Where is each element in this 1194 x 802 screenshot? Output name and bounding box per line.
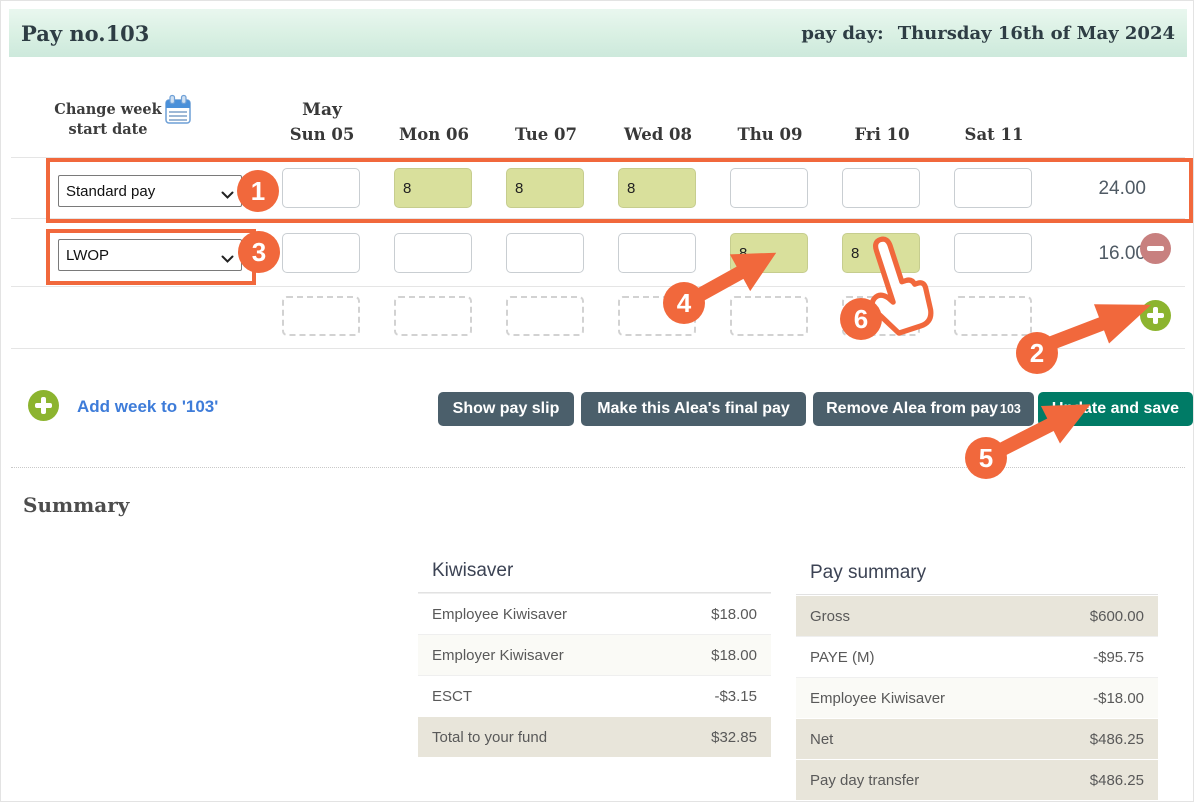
hours-input-row1-tue[interactable] — [506, 168, 584, 208]
divider — [11, 218, 1185, 219]
page-title: Pay no.103 — [21, 21, 149, 46]
pay-type-select-row1-wrap: Standard pay — [58, 175, 242, 207]
hours-input-row1-mon[interactable] — [394, 168, 472, 208]
row2-total: 16.00 — [1046, 243, 1146, 265]
divider — [11, 348, 1185, 349]
pay-day-label: pay day: — [801, 23, 883, 44]
day-header-mon: Mon 06 — [394, 125, 474, 144]
hours-input-row2-thu[interactable] — [730, 233, 808, 273]
table-row: PAYE (M) -$95.75 — [796, 636, 1158, 677]
divider — [11, 286, 1185, 287]
hours-input-row1-wed[interactable] — [618, 168, 696, 208]
table-row: Pay day transfer $486.25 — [796, 759, 1158, 800]
table-row-total: Total to your fund $32.85 — [418, 716, 771, 757]
hours-input-row1-thu[interactable] — [730, 168, 808, 208]
pay-day: pay day: Thursday 16th of May 2024 — [801, 23, 1175, 44]
day-header-sun: Sun 05 — [282, 125, 362, 144]
annotation-badge-2: 2 — [1016, 332, 1058, 374]
change-week-start-date-label: Change week start date — [49, 100, 167, 139]
hours-input-row3-sun[interactable] — [282, 296, 360, 336]
hours-input-row3-wed[interactable] — [618, 296, 696, 336]
remove-from-pay-button[interactable]: Remove Alea from pay103 — [813, 392, 1034, 426]
hours-input-row1-sat[interactable] — [954, 168, 1032, 208]
show-pay-slip-button[interactable]: Show pay slip — [438, 392, 574, 426]
table-row: Employee Kiwisaver -$18.00 — [796, 677, 1158, 718]
hours-input-row2-sun[interactable] — [282, 233, 360, 273]
kiwisaver-table: Kiwisaver Employee Kiwisaver $18.00 Empl… — [418, 551, 771, 757]
annotation-badge-5: 5 — [965, 437, 1007, 479]
day-header-wed: Wed 08 — [618, 125, 698, 144]
hours-input-row3-tue[interactable] — [506, 296, 584, 336]
hours-input-row2-sat[interactable] — [954, 233, 1032, 273]
month-label: May — [282, 100, 362, 120]
table-row: Gross $600.00 — [796, 595, 1158, 636]
pay-type-select-row1[interactable]: Standard pay — [58, 175, 242, 207]
divider — [11, 157, 1185, 158]
hours-input-row3-sat[interactable] — [954, 296, 1032, 336]
hours-input-row3-thu[interactable] — [730, 296, 808, 336]
add-row-button[interactable] — [1140, 300, 1171, 331]
calendar-icon[interactable] — [163, 94, 193, 126]
annotation-badge-3: 3 — [238, 231, 280, 273]
table-row: Employee Kiwisaver $18.00 — [418, 593, 771, 634]
hours-input-row1-sun[interactable] — [282, 168, 360, 208]
add-week-button[interactable] — [28, 390, 59, 421]
hours-input-row3-fri[interactable] — [842, 296, 920, 336]
pay-type-select-row2-wrap: LWOP — [58, 239, 242, 271]
table-row: ESCT -$3.15 — [418, 675, 771, 716]
add-week-link[interactable]: Add week to '103' — [77, 397, 218, 417]
hours-input-row2-mon[interactable] — [394, 233, 472, 273]
pay-day-value: Thursday 16th of May 2024 — [898, 23, 1175, 44]
table-row: Employer Kiwisaver $18.00 — [418, 634, 771, 675]
day-header-sat: Sat 11 — [954, 125, 1034, 144]
pay-type-select-row2[interactable]: LWOP — [58, 239, 242, 271]
kiwisaver-title: Kiwisaver — [418, 551, 771, 593]
day-header-thu: Thu 09 — [730, 125, 810, 144]
pay-summary-table: Pay summary Gross $600.00 PAYE (M) -$95.… — [796, 553, 1158, 800]
day-header-fri: Fri 10 — [842, 125, 922, 144]
pay-header-bar: Pay no.103 pay day: Thursday 16th of May… — [9, 9, 1187, 57]
pay-summary-title: Pay summary — [796, 553, 1158, 595]
remove-row-button[interactable] — [1140, 233, 1171, 264]
hours-input-row1-fri[interactable] — [842, 168, 920, 208]
hours-input-row2-fri[interactable] — [842, 233, 920, 273]
hours-input-row2-wed[interactable] — [618, 233, 696, 273]
dotted-divider — [11, 467, 1185, 468]
annotation-arrow-to-add-row — [1033, 284, 1159, 367]
hours-input-row2-tue[interactable] — [506, 233, 584, 273]
update-and-save-button[interactable]: Update and save — [1038, 392, 1193, 426]
annotation-badge-1: 1 — [237, 170, 279, 212]
hours-input-row3-mon[interactable] — [394, 296, 472, 336]
final-pay-button[interactable]: Make this Alea's final pay — [581, 392, 806, 426]
day-header-tue: Tue 07 — [506, 125, 586, 144]
row1-total: 24.00 — [1046, 178, 1146, 200]
table-row: Net $486.25 — [796, 718, 1158, 759]
minus-icon — [1147, 246, 1164, 251]
summary-heading: Summary — [23, 493, 129, 517]
